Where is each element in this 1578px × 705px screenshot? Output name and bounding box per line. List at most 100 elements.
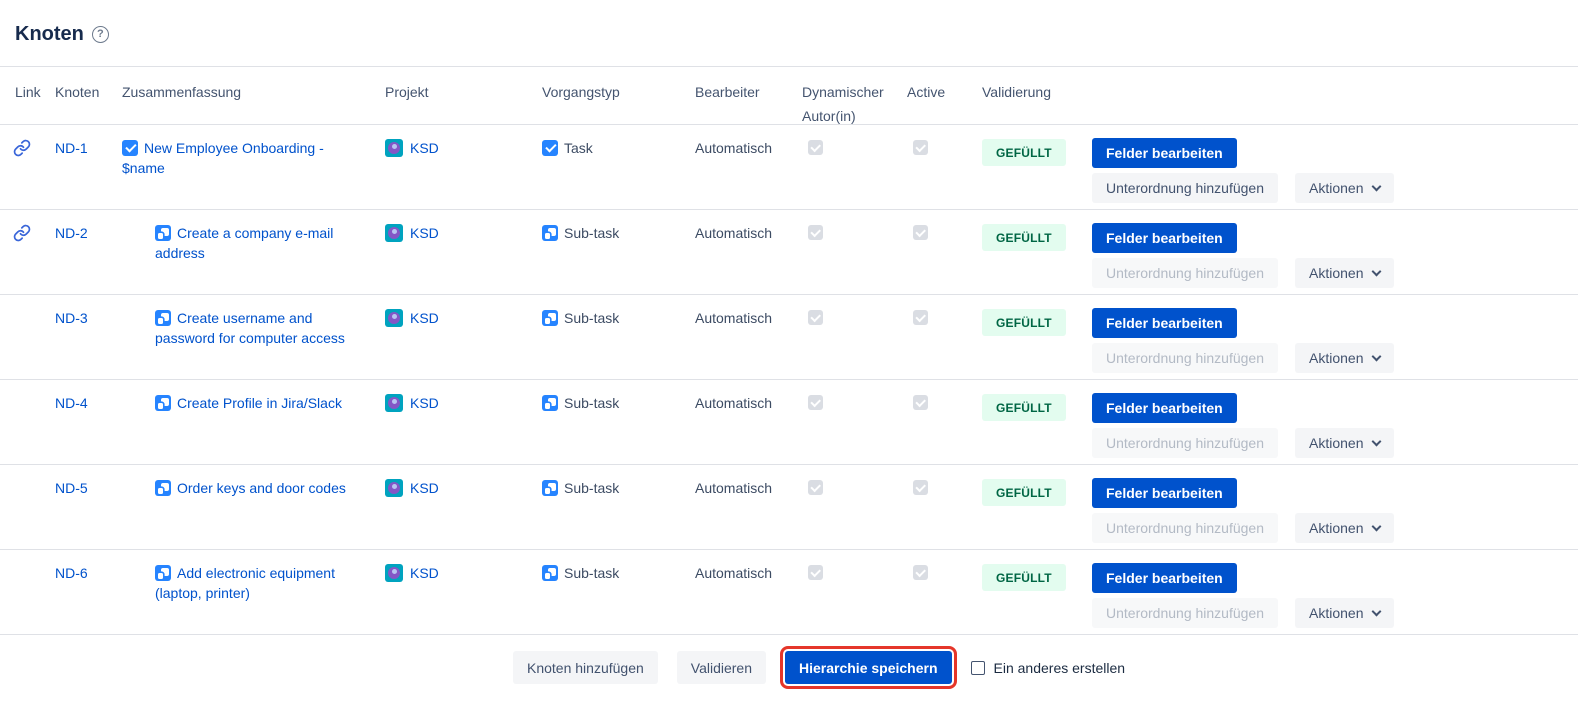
assignee-value: Automatisch	[695, 138, 802, 158]
issue-type-icon	[542, 140, 558, 156]
project-avatar-icon	[385, 479, 403, 497]
project-avatar-icon	[385, 564, 403, 582]
table-row: ND-3 Create username and password for co…	[0, 295, 1578, 380]
project-link[interactable]: KSD	[410, 393, 439, 413]
issue-type-label: Sub-task	[564, 308, 619, 328]
column-header-validierung: Validierung	[982, 80, 1092, 128]
node-key-link[interactable]: ND-6	[55, 565, 88, 581]
summary-link[interactable]: Create Profile in Jira/Slack	[177, 395, 342, 411]
table-row: ND-1 New Employee Onboarding - $name KSD…	[0, 125, 1578, 210]
issue-type-icon	[542, 565, 558, 581]
column-header-actions	[1092, 80, 1578, 128]
help-icon[interactable]: ?	[92, 26, 109, 43]
column-header-active: Active	[907, 80, 982, 128]
add-child-button[interactable]: Unterordnung hinzufügen	[1092, 173, 1278, 203]
assignee-value: Automatisch	[695, 478, 802, 498]
project-link[interactable]: KSD	[410, 563, 439, 583]
summary-link[interactable]: Order keys and door codes	[177, 480, 346, 496]
active-checkbox	[913, 310, 928, 325]
validate-button[interactable]: Validieren	[677, 651, 766, 684]
table-header-row: Link Knoten Zusammenfassung Projekt Vorg…	[0, 66, 1578, 125]
edit-fields-button[interactable]: Felder bearbeiten	[1092, 478, 1237, 508]
dynamic-author-checkbox	[808, 565, 823, 580]
edit-fields-button[interactable]: Felder bearbeiten	[1092, 138, 1237, 168]
chevron-down-icon	[1371, 266, 1381, 276]
chevron-down-icon	[1371, 436, 1381, 446]
link-icon[interactable]	[13, 139, 31, 157]
chevron-down-icon	[1371, 181, 1381, 191]
actions-dropdown-button[interactable]: Aktionen	[1295, 598, 1393, 628]
chevron-down-icon	[1371, 606, 1381, 616]
column-header-projekt: Projekt	[385, 80, 542, 128]
dynamic-author-checkbox	[808, 225, 823, 240]
nodes-table: Link Knoten Zusammenfassung Projekt Vorg…	[0, 66, 1578, 635]
add-node-button[interactable]: Knoten hinzufügen	[513, 651, 658, 684]
edit-fields-button[interactable]: Felder bearbeiten	[1092, 563, 1237, 593]
assignee-value: Automatisch	[695, 308, 802, 328]
issue-type-icon-summary	[122, 140, 138, 156]
summary-cell: Create a company e-mail address	[122, 223, 385, 263]
chevron-down-icon	[1371, 351, 1381, 361]
issue-type-icon-summary	[155, 310, 171, 326]
issue-type-icon-summary	[155, 395, 171, 411]
node-key-link[interactable]: ND-2	[55, 225, 88, 241]
active-checkbox	[913, 225, 928, 240]
project-avatar-icon	[385, 309, 403, 327]
summary-cell: Create username and password for compute…	[122, 308, 385, 348]
node-key-link[interactable]: ND-5	[55, 480, 88, 496]
create-another-label: Ein anderes erstellen	[994, 660, 1126, 676]
summary-cell: Add electronic equipment (laptop, printe…	[122, 563, 385, 603]
issue-type-label: Sub-task	[564, 393, 619, 413]
issue-type-label: Task	[564, 138, 593, 158]
actions-dropdown-button[interactable]: Aktionen	[1295, 258, 1393, 288]
project-link[interactable]: KSD	[410, 223, 439, 243]
actions-dropdown-button[interactable]: Aktionen	[1295, 343, 1393, 373]
save-hierarchy-button[interactable]: Hierarchie speichern	[785, 651, 952, 684]
edit-fields-button[interactable]: Felder bearbeiten	[1092, 308, 1237, 338]
dynamic-author-checkbox	[808, 140, 823, 155]
summary-link[interactable]: Create a company e-mail address	[155, 225, 333, 261]
summary-cell: New Employee Onboarding - $name	[122, 138, 385, 178]
active-checkbox	[913, 140, 928, 155]
summary-link[interactable]: New Employee Onboarding - $name	[122, 140, 324, 176]
active-checkbox	[913, 480, 928, 495]
issue-type-label: Sub-task	[564, 563, 619, 583]
project-link[interactable]: KSD	[410, 308, 439, 328]
summary-cell: Order keys and door codes	[122, 478, 385, 498]
issue-type-icon	[542, 480, 558, 496]
project-avatar-icon	[385, 139, 403, 157]
add-child-button: Unterordnung hinzufügen	[1092, 598, 1278, 628]
edit-fields-button[interactable]: Felder bearbeiten	[1092, 223, 1237, 253]
project-link[interactable]: KSD	[410, 478, 439, 498]
column-header-vorgangstyp: Vorgangstyp	[542, 80, 695, 128]
issue-type-icon-summary	[155, 225, 171, 241]
edit-fields-button[interactable]: Felder bearbeiten	[1092, 393, 1237, 423]
summary-link[interactable]: Add electronic equipment (laptop, printe…	[155, 565, 335, 601]
table-row: ND-6 Add electronic equipment (laptop, p…	[0, 550, 1578, 635]
add-child-button: Unterordnung hinzufügen	[1092, 258, 1278, 288]
validation-status-badge: GEFÜLLT	[982, 564, 1066, 591]
validation-status-badge: GEFÜLLT	[982, 479, 1066, 506]
validation-status-badge: GEFÜLLT	[982, 224, 1066, 251]
validation-status-badge: GEFÜLLT	[982, 309, 1066, 336]
add-child-button: Unterordnung hinzufügen	[1092, 343, 1278, 373]
actions-dropdown-button[interactable]: Aktionen	[1295, 428, 1393, 458]
node-key-link[interactable]: ND-3	[55, 310, 88, 326]
create-another-checkbox[interactable]	[971, 661, 985, 675]
issue-type-label: Sub-task	[564, 478, 619, 498]
assignee-value: Automatisch	[695, 393, 802, 413]
column-header-knoten: Knoten	[55, 80, 122, 128]
node-key-link[interactable]: ND-4	[55, 395, 88, 411]
column-header-dynamischer-autor: Dynamischer Autor(in)	[802, 80, 907, 128]
table-row: ND-2 Create a company e-mail address KSD…	[0, 210, 1578, 295]
chevron-down-icon	[1371, 521, 1381, 531]
actions-dropdown-button[interactable]: Aktionen	[1295, 173, 1393, 203]
summary-cell: Create Profile in Jira/Slack	[122, 393, 385, 413]
summary-link[interactable]: Create username and password for compute…	[155, 310, 345, 346]
page-header: Knoten ?	[0, 0, 1578, 48]
assignee-value: Automatisch	[695, 563, 802, 583]
node-key-link[interactable]: ND-1	[55, 140, 88, 156]
link-icon[interactable]	[13, 224, 31, 242]
project-link[interactable]: KSD	[410, 138, 439, 158]
actions-dropdown-button[interactable]: Aktionen	[1295, 513, 1393, 543]
